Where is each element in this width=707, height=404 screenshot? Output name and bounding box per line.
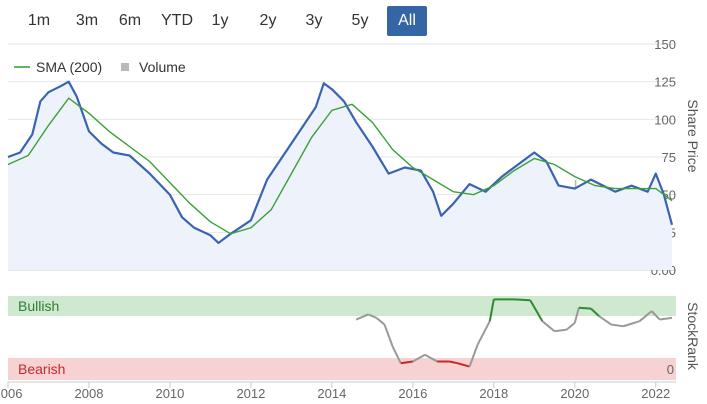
stockrank-segment: [541, 320, 556, 333]
legend-volume-swatch: [121, 63, 129, 71]
share-price-axis-title: Share Price: [685, 99, 701, 172]
x-tick-label: 2022: [641, 386, 670, 401]
stockrank-segment: [554, 328, 567, 333]
price-tick-label: 125: [654, 75, 676, 90]
stockrank-segment: [659, 316, 673, 321]
stockrank-axis-title: StockRank: [685, 302, 701, 371]
stockrank-segment: [476, 320, 491, 346]
stockrank-segment: [566, 322, 576, 331]
x-tick-label: 2010: [155, 386, 184, 401]
share-price-chart: 1501251007550250.0018m12m6m0Share PriceS…: [0, 37, 701, 401]
stockrank-segment: [623, 320, 640, 328]
legend-sma-label: SMA (200): [36, 59, 102, 75]
x-tick-label: 2014: [317, 386, 346, 401]
stockrank-segment: [578, 306, 592, 310]
price-tick-label: 75: [662, 150, 676, 165]
rank-tick-label: 0: [667, 362, 674, 377]
stockrank-segment: [375, 317, 386, 326]
bullish-label: Bullish: [18, 298, 59, 314]
x-tick-label: 2012: [236, 386, 265, 401]
bearish-band: [8, 358, 676, 380]
bearish-label: Bearish: [18, 361, 65, 377]
bullish-band: [8, 296, 676, 316]
price-tick-label: 100: [654, 112, 676, 127]
stockrank-segment: [383, 324, 394, 347]
x-tick-label: 2008: [75, 386, 104, 401]
x-tick-label: 2016: [398, 386, 427, 401]
x-tick-label: 2006: [0, 386, 22, 401]
stockrank-segment: [611, 323, 624, 328]
price-tick-label: 150: [654, 37, 676, 52]
stockrank-segment: [598, 315, 612, 326]
x-tick-label: 2018: [479, 386, 508, 401]
stockrank-segment: [514, 298, 531, 302]
legend-volume-label: Volume: [139, 59, 186, 75]
x-tick-label: 2020: [560, 386, 589, 401]
